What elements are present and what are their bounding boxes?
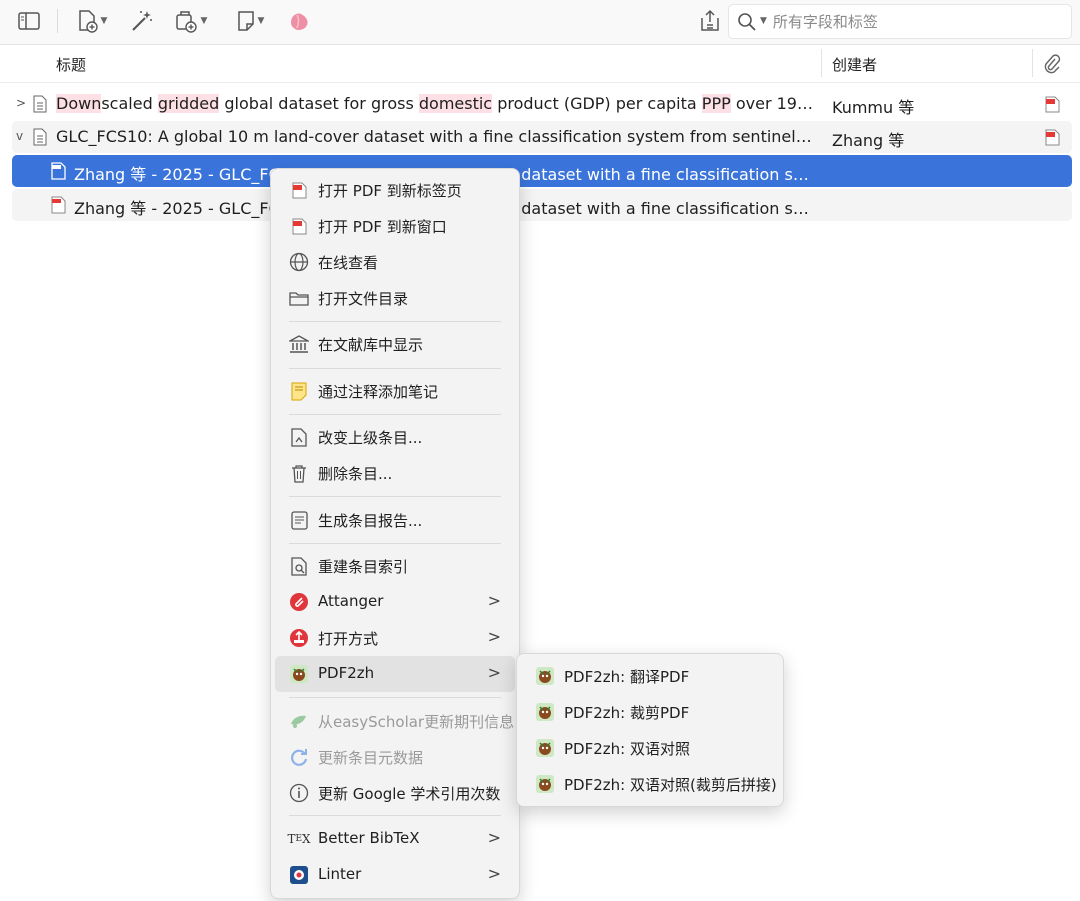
toolbar-divider — [57, 9, 58, 33]
row-title: Downscaled gridded global dataset for gr… — [56, 94, 816, 113]
menu-open-folder[interactable]: 打开文件目录 — [275, 280, 515, 316]
reindex-icon — [289, 556, 309, 576]
table-row[interactable]: Zhang 等 - 2025 - GLC_FCS10 A global 10 m… — [12, 189, 1072, 221]
new-note-button[interactable]: ▼ — [230, 6, 270, 36]
row-title: GLC_FCS10: A global 10 m land-cover data… — [56, 127, 816, 146]
pdf2zh-icon — [535, 738, 555, 758]
globe-icon — [289, 252, 309, 272]
easyscholar-icon — [289, 711, 309, 731]
row-creator: Zhang 等 — [832, 131, 905, 150]
table-row[interactable]: v GLC_FCS10: A global 10 m land-cover da… — [12, 121, 1072, 153]
submenu-translate-pdf[interactable]: PDF2zh: 翻译PDF — [521, 658, 779, 694]
pdf2zh-icon — [535, 666, 555, 686]
menu-pdf2zh[interactable]: PDF2zh > — [275, 656, 515, 692]
pdf-file-icon — [50, 162, 67, 184]
column-creator-header[interactable]: 创建者 — [832, 54, 877, 75]
linter-icon — [289, 865, 309, 885]
chevron-right-icon: > — [487, 864, 501, 883]
table-row[interactable]: Zhang 等 - 2025 - GLC_FCS10 A global 10 m… — [12, 155, 1072, 187]
pdf-icon — [289, 216, 309, 236]
submenu-bilingual-compare[interactable]: PDF2zh: 双语对照 — [521, 730, 779, 766]
toolbar: ▼ ▼ ▼ ▼ 所有字段和标签 — [0, 0, 1080, 45]
menu-show-in-library[interactable]: 在文献库中显示 — [275, 326, 515, 362]
magic-wand-icon[interactable] — [128, 6, 156, 36]
menu-update-google-scholar-citations[interactable]: 更新 Google 学术引用次数 — [275, 775, 515, 811]
menu-reindex-item[interactable]: 重建条目索引 — [275, 548, 515, 584]
row-creator: Kummu 等 — [832, 98, 915, 117]
menu-update-metadata[interactable]: 更新条目元数据 — [275, 739, 515, 775]
refresh-icon — [289, 747, 309, 767]
submenu-bilingual-cropped-stitched[interactable]: PDF2zh: 双语对照(裁剪后拼接) — [521, 766, 779, 802]
menu-separator — [289, 697, 501, 698]
menu-attanger[interactable]: Attanger > — [275, 584, 515, 620]
menu-easyscholar-update[interactable]: 从easyScholar更新期刊信息 — [275, 703, 515, 739]
menu-open-with[interactable]: 打开方式 > — [275, 620, 515, 656]
library-icon — [289, 334, 309, 354]
column-divider[interactable] — [821, 49, 822, 77]
menu-separator — [289, 496, 501, 497]
tex-icon: TEX — [287, 832, 311, 846]
open-with-icon — [289, 628, 309, 648]
chevron-down-icon[interactable]: v — [16, 129, 23, 143]
menu-separator — [289, 368, 501, 369]
menu-linter[interactable]: Linter > — [275, 857, 515, 893]
menu-separator — [289, 414, 501, 415]
menu-separator — [289, 543, 501, 544]
document-icon — [32, 128, 48, 150]
chevron-right-icon: > — [487, 627, 501, 646]
column-divider[interactable] — [1032, 49, 1033, 77]
menu-generate-report[interactable]: 生成条目报告... — [275, 502, 515, 538]
pdf-icon — [289, 180, 309, 200]
submenu-crop-pdf[interactable]: PDF2zh: 裁剪PDF — [521, 694, 779, 730]
note-icon — [289, 381, 309, 401]
pdf-attachment-icon[interactable] — [1045, 96, 1060, 117]
menu-separator — [289, 815, 501, 816]
sync-upload-icon[interactable] — [698, 6, 722, 36]
pdf2zh-icon — [289, 664, 309, 684]
context-menu: 打开 PDF 到新标签页 打开 PDF 到新窗口 在线查看 打开文件目录 在文献… — [270, 168, 520, 899]
pdf-file-icon — [50, 196, 67, 218]
search-icon[interactable]: ▼ — [737, 12, 767, 32]
pdf2zh-icon — [535, 702, 555, 722]
paperclip-icon[interactable] — [1043, 54, 1061, 78]
menu-delete-item[interactable]: 删除条目... — [275, 455, 515, 491]
chevron-right-icon: > — [487, 591, 501, 610]
menu-open-pdf-new-window[interactable]: 打开 PDF 到新窗口 — [275, 208, 515, 244]
search-input[interactable]: 所有字段和标签 — [773, 11, 878, 32]
report-icon — [289, 510, 309, 530]
chevron-right-icon: > — [487, 663, 501, 682]
attanger-icon — [289, 592, 309, 612]
toggle-pane-icon[interactable] — [16, 6, 42, 36]
menu-open-pdf-new-tab[interactable]: 打开 PDF 到新标签页 — [275, 172, 515, 208]
change-parent-icon — [289, 427, 309, 447]
search-field[interactable]: ▼ 所有字段和标签 — [728, 4, 1072, 39]
menu-change-parent[interactable]: 改变上级条目... — [275, 419, 515, 455]
document-icon — [32, 95, 48, 117]
menu-view-online[interactable]: 在线查看 — [275, 244, 515, 280]
chevron-right-icon: > — [487, 828, 501, 847]
menu-better-bibtex[interactable]: TEX Better BibTeX > — [275, 821, 515, 857]
trash-icon — [289, 463, 309, 483]
table-row[interactable]: > Downscaled gridded global dataset for … — [12, 88, 1072, 120]
pdf2zh-submenu: PDF2zh: 翻译PDF PDF2zh: 裁剪PDF PDF2zh: 双语对照… — [516, 653, 784, 807]
new-item-button[interactable]: ▼ — [72, 6, 112, 36]
menu-add-note-from-annotations[interactable]: 通过注释添加笔记 — [275, 373, 515, 409]
info-icon — [289, 783, 309, 803]
folder-icon — [289, 288, 309, 308]
add-attachment-button[interactable]: ▼ — [170, 6, 212, 36]
pdf2zh-icon — [535, 774, 555, 794]
column-header: 标题 创建者 — [0, 45, 1080, 83]
menu-separator — [289, 321, 501, 322]
plugin-blob-icon[interactable] — [286, 6, 312, 36]
pdf-attachment-icon[interactable] — [1045, 129, 1060, 150]
column-title-header[interactable]: 标题 — [56, 54, 86, 75]
chevron-right-icon[interactable]: > — [16, 96, 26, 110]
